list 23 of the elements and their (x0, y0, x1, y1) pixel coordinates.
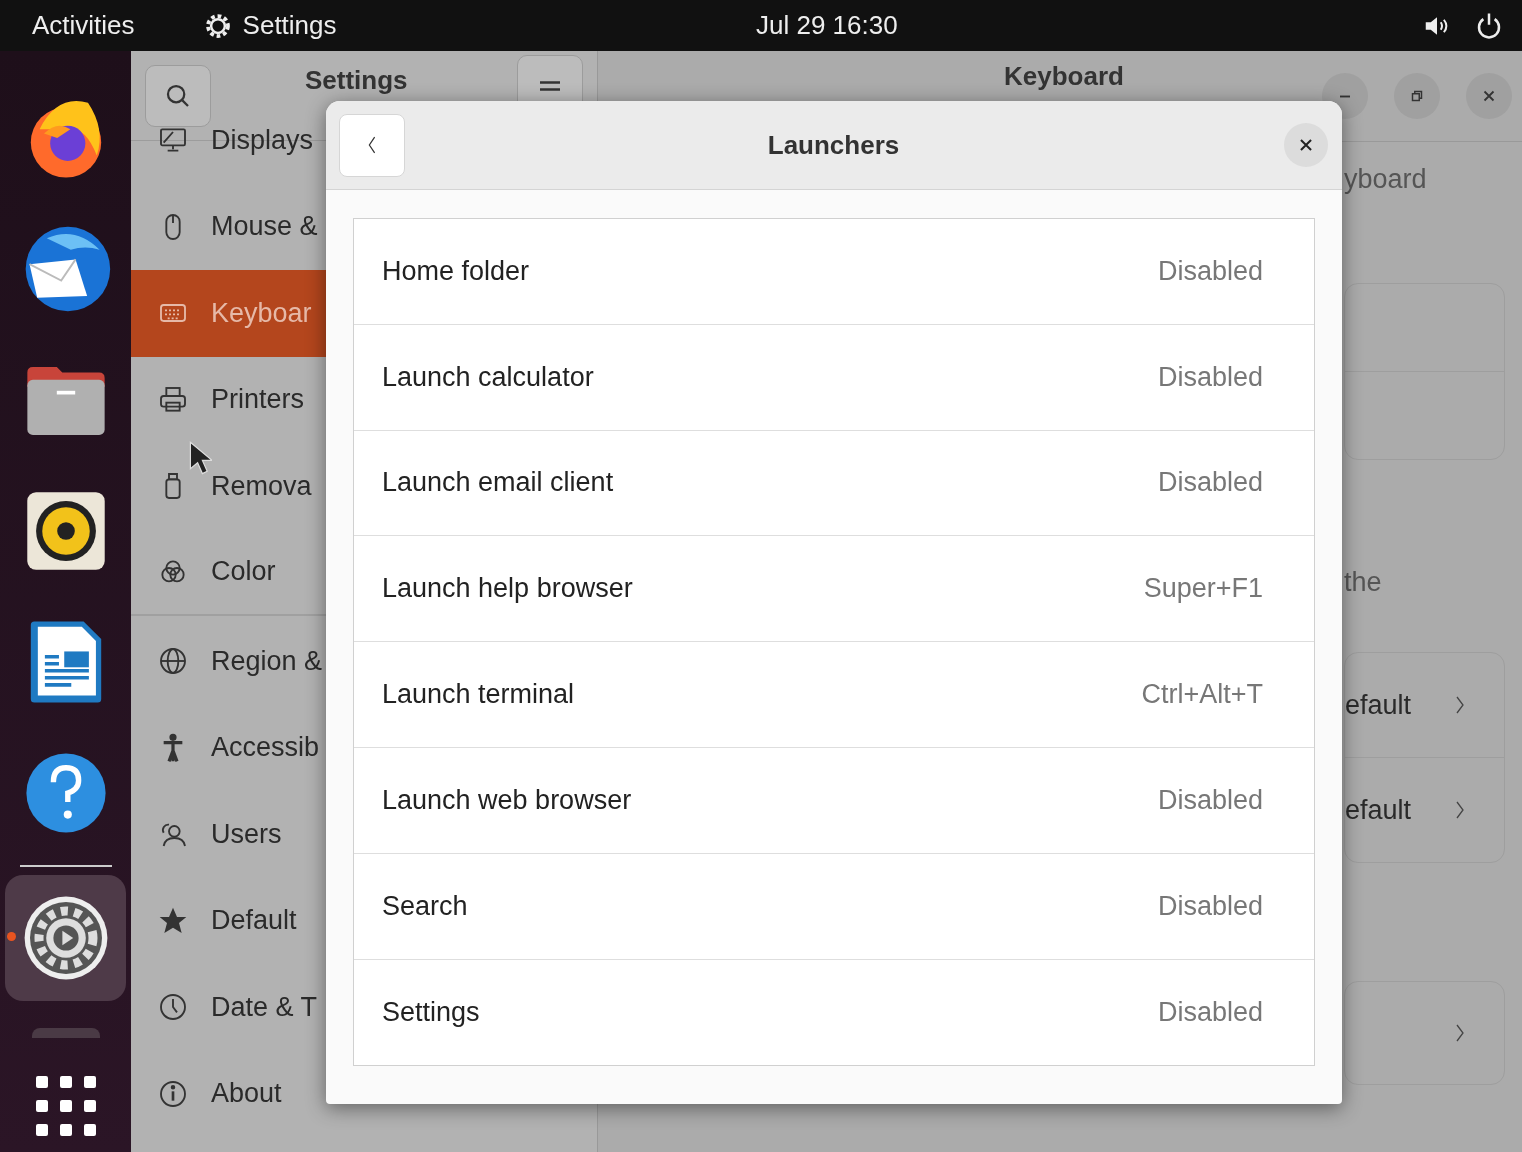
shortcut-value: Disabled (1157, 361, 1263, 393)
sidebar-title: Settings (305, 65, 408, 96)
shortcut-value: Disabled (1157, 467, 1263, 499)
shortcut-value: Super+F1 (1143, 573, 1263, 605)
shortcut-name: Search (382, 890, 468, 922)
shortcut-value: Ctrl+Alt+T (1141, 679, 1263, 711)
section-heading: yboard (1344, 164, 1427, 195)
shortcut-name: Launch web browser (382, 784, 632, 816)
row-value: efault (1345, 794, 1412, 826)
window-title: Keyboard (1004, 61, 1124, 92)
description-text: the (1344, 567, 1382, 598)
row-value: efault (1345, 689, 1412, 721)
shortcut-value: Disabled (1157, 784, 1263, 816)
shortcut-value: Disabled (1157, 996, 1263, 1028)
shortcut-name: Launch calculator (382, 361, 594, 393)
shortcut-name: Home folder (382, 255, 530, 287)
dialog-title: Launchers (767, 129, 900, 161)
shortcut-value: Disabled (1157, 255, 1263, 287)
shortcut-name: Launch terminal (382, 679, 575, 711)
shortcut-name: Launch help browser (382, 573, 633, 605)
shortcut-value: Disabled (1157, 890, 1263, 922)
shortcut-name: Settings (382, 996, 480, 1028)
shortcut-name: Launch email client (382, 467, 614, 499)
